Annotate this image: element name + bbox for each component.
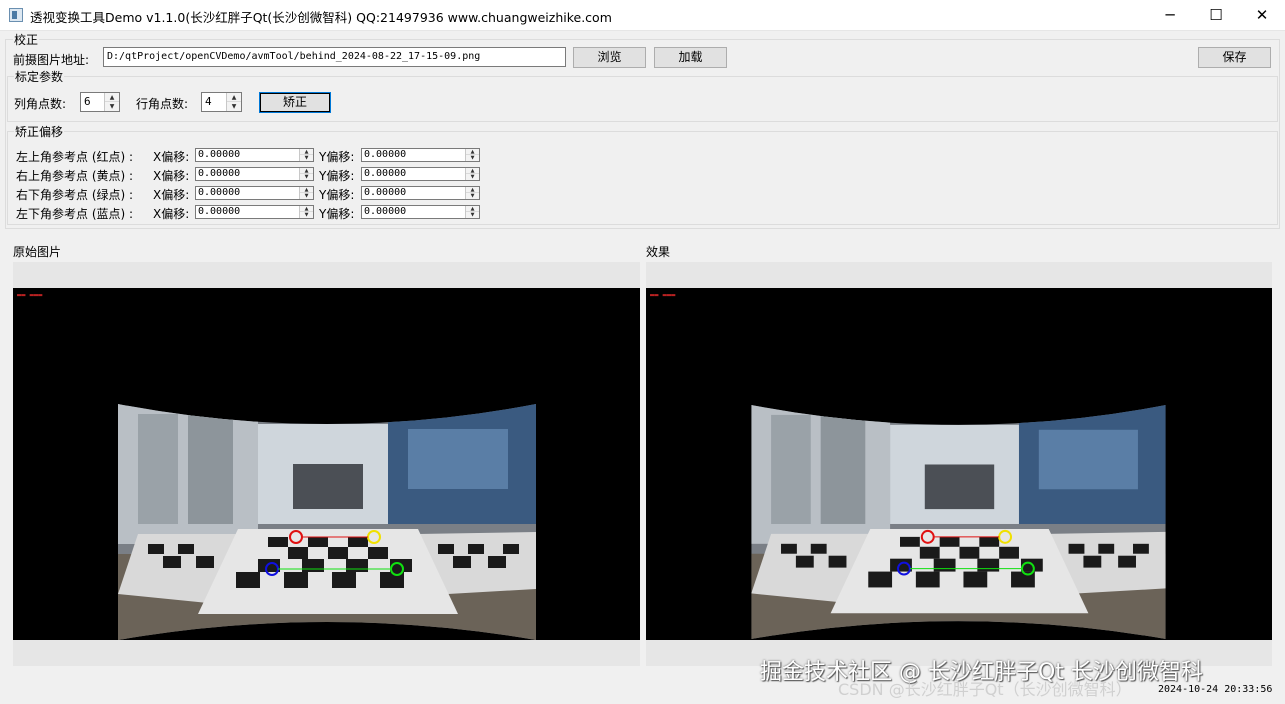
correction-group-title: 校正 (13, 31, 40, 48)
top-right-y-spinbox[interactable]: 0.00000 ▲ ▼ (361, 167, 480, 181)
save-button[interactable]: 保存 (1198, 47, 1271, 68)
bottom-right-y-spinbox[interactable]: 0.00000 ▲ ▼ (361, 186, 480, 200)
column-corners-label: 列角点数: (14, 97, 67, 111)
offset-row-label: 左下角参考点 (蓝点) : (16, 207, 134, 221)
row-corners-value: 4 (205, 95, 212, 108)
offset-row-label: 右上角参考点 (黄点) : (16, 169, 134, 183)
x-offset-label: X偏移: (153, 188, 190, 202)
x-offset-label: X偏移: (153, 169, 190, 183)
row-corners-spinbox[interactable]: 4 ▲ ▼ (201, 92, 242, 112)
spin-down-icon[interactable]: ▼ (227, 102, 241, 111)
bottom-left-x-spinbox[interactable]: 0.00000 ▲ ▼ (195, 205, 314, 219)
column-corners-value: 6 (84, 95, 91, 108)
calibration-group (7, 76, 1278, 122)
spin-arrows[interactable]: ▲ ▼ (299, 187, 313, 199)
result-camera-image (750, 405, 1167, 639)
original-image-viewer[interactable]: ▬▬ ▬▬▬ (13, 288, 640, 640)
maximize-button[interactable]: ☐ (1193, 0, 1239, 31)
y-offset-label: Y偏移: (319, 169, 355, 183)
calibration-group-title: 标定参数 (14, 68, 65, 85)
spin-arrows[interactable]: ▲ ▼ (465, 206, 479, 218)
row-corners-label: 行角点数: (136, 97, 189, 111)
spin-value: 0.00000 (364, 206, 407, 217)
spin-down-icon[interactable]: ▼ (105, 102, 119, 111)
browse-button[interactable]: 浏览 (573, 47, 646, 68)
result-image-viewer[interactable]: ▬▬ ▬▬▬ (646, 288, 1272, 640)
spin-value: 0.00000 (364, 149, 407, 160)
app-icon (9, 8, 23, 22)
spin-down-icon[interactable]: ▼ (466, 155, 479, 161)
spin-value: 0.00000 (198, 168, 241, 179)
spin-value: 0.00000 (198, 206, 241, 217)
spin-arrows[interactable]: ▲ ▼ (104, 93, 119, 111)
spin-value: 0.00000 (364, 187, 407, 198)
camera-photo (118, 404, 536, 640)
viewer-tag: ▬▬ ▬▬▬ (650, 291, 676, 299)
bottom-left-y-spinbox[interactable]: 0.00000 ▲ ▼ (361, 205, 480, 219)
timestamp: 2024-10-24 20:33:56 (1158, 684, 1273, 695)
load-button[interactable]: 加载 (654, 47, 727, 68)
top-left-x-spinbox[interactable]: 0.00000 ▲ ▼ (195, 148, 314, 162)
bottom-right-x-spinbox[interactable]: 0.00000 ▲ ▼ (195, 186, 314, 200)
y-offset-label: Y偏移: (319, 188, 355, 202)
offset-row-label: 左上角参考点 (红点) : (16, 150, 134, 164)
title-bar: 透视变换工具Demo v1.1.0(长沙红胖子Qt(长沙创微智科) QQ:214… (0, 0, 1285, 31)
spin-down-icon[interactable]: ▼ (466, 212, 479, 218)
original-camera-image (118, 404, 536, 640)
spin-arrows[interactable]: ▲ ▼ (465, 149, 479, 161)
original-image-label: 原始图片 (13, 245, 62, 259)
minimize-button[interactable]: ─ (1147, 0, 1193, 31)
spin-down-icon[interactable]: ▼ (300, 193, 313, 199)
spin-arrows[interactable]: ▲ ▼ (226, 93, 241, 111)
spin-down-icon[interactable]: ▼ (466, 193, 479, 199)
spin-value: 0.00000 (198, 149, 241, 160)
offset-group-title: 矫正偏移 (14, 123, 65, 140)
result-image-label: 效果 (646, 245, 671, 259)
spin-down-icon[interactable]: ▼ (300, 155, 313, 161)
correct-button[interactable]: 矫正 (259, 92, 331, 113)
spin-value: 0.00000 (364, 168, 407, 179)
y-offset-label: Y偏移: (319, 150, 355, 164)
window-title: 透视变换工具Demo v1.1.0(长沙红胖子Qt(长沙创微智科) QQ:214… (30, 10, 612, 25)
spin-arrows[interactable]: ▲ ▼ (465, 168, 479, 180)
spin-down-icon[interactable]: ▼ (300, 174, 313, 180)
spin-arrows[interactable]: ▲ ▼ (465, 187, 479, 199)
y-offset-label: Y偏移: (319, 207, 355, 221)
spin-arrows[interactable]: ▲ ▼ (299, 149, 313, 161)
spin-arrows[interactable]: ▲ ▼ (299, 168, 313, 180)
x-offset-label: X偏移: (153, 207, 190, 221)
spin-down-icon[interactable]: ▼ (466, 174, 479, 180)
path-label: 前摄图片地址: (13, 53, 90, 67)
image-path-input[interactable]: D:/qtProject/openCVDemo/avmTool/behind_2… (103, 47, 566, 67)
spin-down-icon[interactable]: ▼ (300, 212, 313, 218)
result-panel-top-strip (646, 262, 1272, 288)
original-panel-top-strip (13, 262, 640, 288)
close-button[interactable]: ✕ (1239, 0, 1285, 31)
spin-up-icon[interactable]: ▲ (105, 93, 119, 102)
viewer-tag: ▬▬ ▬▬▬ (17, 291, 43, 299)
spin-up-icon[interactable]: ▲ (227, 93, 241, 102)
x-offset-label: X偏移: (153, 150, 190, 164)
spin-value: 0.00000 (198, 187, 241, 198)
spin-arrows[interactable]: ▲ ▼ (299, 206, 313, 218)
top-left-y-spinbox[interactable]: 0.00000 ▲ ▼ (361, 148, 480, 162)
watermark-subtext: CSDN @长沙红胖子Qt（长沙创微智科） (838, 680, 1132, 699)
original-panel-bottom-strip (13, 640, 640, 666)
camera-photo (751, 405, 1166, 639)
column-corners-spinbox[interactable]: 6 ▲ ▼ (80, 92, 120, 112)
top-right-x-spinbox[interactable]: 0.00000 ▲ ▼ (195, 167, 314, 181)
offset-row-label: 右下角参考点 (绿点) : (16, 188, 134, 202)
